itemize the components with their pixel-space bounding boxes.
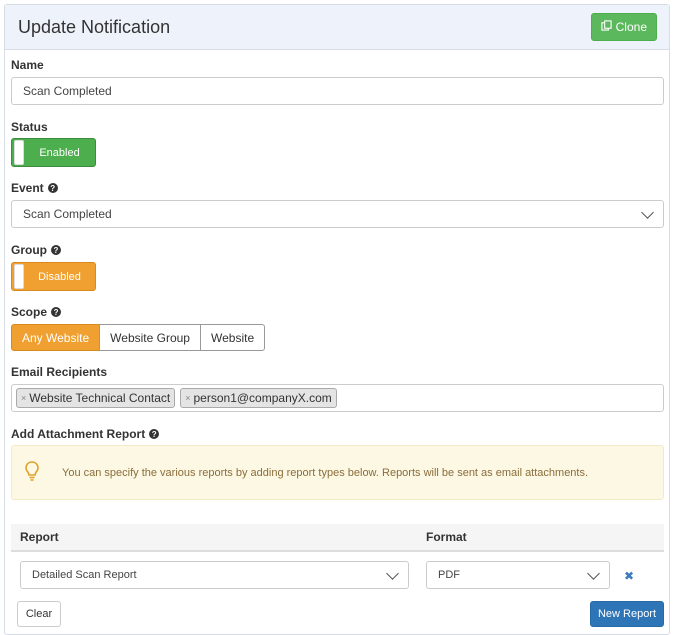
name-label: Name xyxy=(11,58,44,72)
status-toggle[interactable]: Enabled xyxy=(11,138,96,167)
help-icon[interactable]: ? xyxy=(47,183,58,193)
toggle-knob xyxy=(14,264,24,289)
remove-row-icon[interactable]: ✖ xyxy=(624,569,634,583)
report-column-header: Report xyxy=(20,530,59,544)
status-label: Status xyxy=(11,120,48,134)
recipients-label: Email Recipients xyxy=(11,365,108,379)
scope-selector: Any Website Website Group Website xyxy=(11,324,266,351)
chevron-down-icon xyxy=(587,566,600,580)
panel-header: Update Notification Clone xyxy=(5,5,669,50)
page-title: Update Notification xyxy=(18,17,171,37)
attachment-label: Add Attachment Report? xyxy=(11,427,160,441)
recipient-tag: × person1@companyX.com xyxy=(180,388,337,408)
chevron-down-icon xyxy=(386,566,399,580)
info-text: You can specify the various reports by a… xyxy=(62,466,589,479)
help-icon[interactable]: ? xyxy=(51,245,61,255)
scope-option-website[interactable]: Website xyxy=(199,324,266,351)
report-table-header: Report Format xyxy=(11,524,664,552)
toggle-knob xyxy=(14,140,24,165)
copy-icon xyxy=(601,20,612,34)
remove-tag-icon[interactable]: × xyxy=(21,393,26,403)
format-column-header: Format xyxy=(426,530,467,544)
recipient-tag: × Website Technical Contact xyxy=(16,388,176,408)
info-alert: You can specify the various reports by a… xyxy=(11,445,664,500)
clone-label: Clone xyxy=(615,20,647,34)
scope-label: Scope? xyxy=(11,305,62,319)
recipients-input[interactable]: × Website Technical Contact × person1@co… xyxy=(11,384,664,412)
help-icon[interactable]: ? xyxy=(51,307,62,317)
remove-tag-icon[interactable]: × xyxy=(185,393,190,403)
clone-button[interactable]: Clone xyxy=(590,13,657,41)
name-input[interactable]: Scan Completed xyxy=(11,77,664,105)
chevron-down-icon xyxy=(641,205,654,219)
group-toggle[interactable]: Disabled xyxy=(11,262,96,291)
help-icon[interactable]: ? xyxy=(149,429,160,439)
event-label: Event? xyxy=(11,181,58,195)
group-label: Group? xyxy=(11,243,61,257)
lightbulb-icon xyxy=(12,460,40,485)
report-type-select[interactable]: Detailed Scan Report xyxy=(20,561,409,589)
group-toggle-label: Disabled xyxy=(38,270,81,283)
new-report-button[interactable]: New Report xyxy=(590,601,664,627)
clear-button[interactable]: Clear xyxy=(17,601,61,627)
format-select[interactable]: PDF xyxy=(426,561,610,589)
scope-option-any-website[interactable]: Any Website xyxy=(11,324,101,351)
scope-option-website-group[interactable]: Website Group xyxy=(99,324,201,351)
status-toggle-label: Enabled xyxy=(39,146,80,159)
event-select[interactable]: Scan Completed xyxy=(11,200,664,228)
